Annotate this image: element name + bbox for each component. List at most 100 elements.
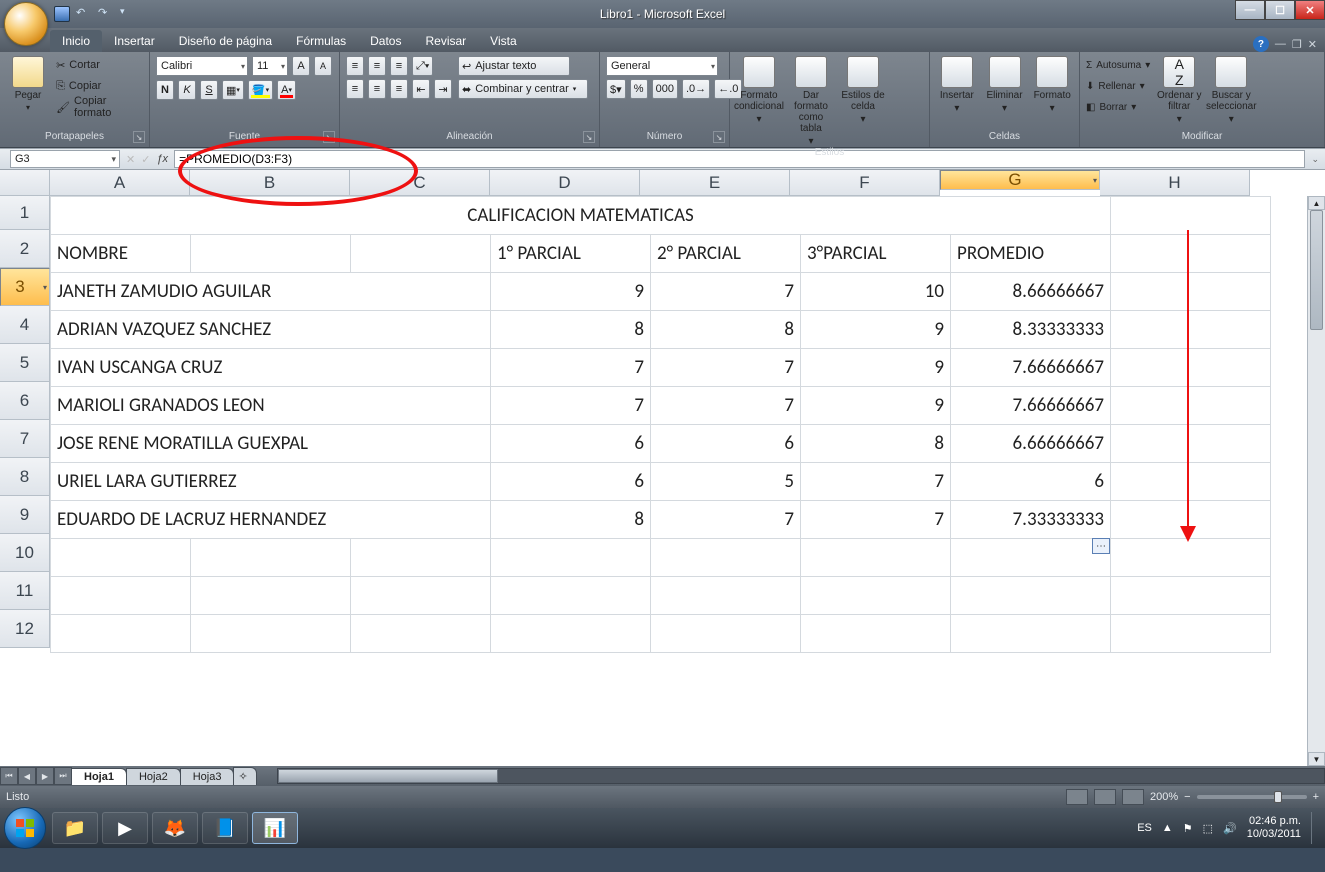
column-header-H[interactable]: H <box>1100 170 1250 196</box>
merge-center-button[interactable]: ⬌Combinar y centrar▾ <box>458 79 588 99</box>
scroll-up-icon[interactable]: ▲ <box>1308 196 1325 210</box>
cell[interactable] <box>191 577 351 615</box>
shrink-font-button[interactable]: A <box>314 56 332 76</box>
cell[interactable]: 9 <box>801 349 951 387</box>
scroll-down-icon[interactable]: ▼ <box>1308 752 1325 766</box>
cell[interactable] <box>191 539 351 577</box>
cell[interactable]: 1° PARCIAL <box>491 235 651 273</box>
cell[interactable] <box>1111 615 1271 653</box>
language-indicator[interactable]: ES <box>1137 822 1152 834</box>
cell[interactable] <box>191 235 351 273</box>
tab-formulas[interactable]: Fórmulas <box>284 30 358 52</box>
row-header-5[interactable]: 5 <box>0 344 50 382</box>
cell[interactable]: 7.66666667 <box>951 387 1111 425</box>
cut-button[interactable]: ✂Cortar <box>56 56 143 74</box>
cell[interactable]: 7 <box>491 349 651 387</box>
media-player-taskbar-icon[interactable]: ▶ <box>102 812 148 844</box>
sheet-nav-next-icon[interactable]: ▶ <box>36 767 54 785</box>
maximize-button[interactable]: ☐ <box>1265 0 1295 20</box>
expand-formula-bar-icon[interactable]: ⌄ <box>1305 154 1325 165</box>
help-icon[interactable]: ? <box>1253 36 1269 52</box>
format-painter-button[interactable]: 🖌Copiar formato <box>56 98 143 116</box>
undo-icon[interactable]: ↶ <box>76 6 92 22</box>
cell[interactable] <box>1111 387 1271 425</box>
zoom-in-button[interactable]: + <box>1313 791 1319 803</box>
cell[interactable] <box>651 615 801 653</box>
insert-cells-button[interactable]: Insertar▾ <box>936 56 978 114</box>
increase-decimal-button[interactable]: .0→ <box>682 79 710 99</box>
cell[interactable] <box>1111 577 1271 615</box>
column-header-B[interactable]: B <box>190 170 350 196</box>
cell[interactable] <box>51 539 191 577</box>
cell[interactable]: 7 <box>491 387 651 425</box>
column-header-G[interactable]: G <box>940 170 1100 190</box>
borders-button[interactable]: ▦▾ <box>222 80 244 100</box>
excel-taskbar-icon[interactable]: 📊 <box>252 812 298 844</box>
cell[interactable]: 7.66666667 <box>951 349 1111 387</box>
sheet-tab-hoja3[interactable]: Hoja3 <box>180 768 235 785</box>
zoom-out-button[interactable]: − <box>1184 791 1190 803</box>
cell[interactable] <box>51 577 191 615</box>
row-header-7[interactable]: 7 <box>0 420 50 458</box>
cell[interactable] <box>951 539 1111 577</box>
select-all-corner[interactable] <box>0 170 50 196</box>
cell[interactable]: 6 <box>491 463 651 501</box>
comma-button[interactable]: 000 <box>652 79 678 99</box>
sheet-nav-first-icon[interactable]: ⏮ <box>0 767 18 785</box>
find-select-button[interactable]: Buscar y seleccionar▾ <box>1208 56 1254 125</box>
row-header-4[interactable]: 4 <box>0 306 50 344</box>
page-break-view-button[interactable] <box>1122 789 1144 805</box>
cell[interactable] <box>51 615 191 653</box>
reader-taskbar-icon[interactable]: 📘 <box>202 812 248 844</box>
enter-formula-icon[interactable]: ✓ <box>141 153 150 166</box>
autosum-button[interactable]: ΣAutosuma▾ <box>1086 56 1150 74</box>
fx-icon[interactable]: ƒx <box>156 153 168 165</box>
cell[interactable]: 8 <box>801 425 951 463</box>
cell[interactable]: 8 <box>491 311 651 349</box>
format-table-button[interactable]: Dar formato como tabla▾ <box>788 56 834 147</box>
cell[interactable] <box>491 577 651 615</box>
dialog-launcher-icon[interactable]: ↘ <box>133 131 145 143</box>
row-header-10[interactable]: 10 <box>0 534 50 572</box>
network-icon[interactable]: ⬚ <box>1203 822 1213 835</box>
fill-button[interactable]: ⬇Rellenar▾ <box>1086 77 1150 95</box>
align-right-button[interactable]: ≡ <box>390 79 408 99</box>
sheet-nav-last-icon[interactable]: ⏭ <box>54 767 72 785</box>
cell[interactable] <box>191 615 351 653</box>
cell[interactable]: 6.66666667 <box>951 425 1111 463</box>
cell[interactable] <box>1111 463 1271 501</box>
font-selector[interactable]: Calibri <box>156 56 248 76</box>
cell[interactable]: URIEL LARA GUTIERREZ <box>51 463 491 501</box>
cell[interactable]: 7 <box>801 501 951 539</box>
align-top-button[interactable]: ≡ <box>346 56 364 76</box>
dialog-launcher-icon[interactable]: ↘ <box>323 131 335 143</box>
name-box[interactable]: G3 <box>10 150 120 168</box>
cell[interactable] <box>351 577 491 615</box>
cell[interactable] <box>651 577 801 615</box>
cell[interactable] <box>1111 501 1271 539</box>
percent-button[interactable]: % <box>630 79 648 99</box>
cell[interactable]: PROMEDIO <box>951 235 1111 273</box>
row-header-1[interactable]: 1 <box>0 196 50 230</box>
page-layout-view-button[interactable] <box>1094 789 1116 805</box>
column-header-E[interactable]: E <box>640 170 790 196</box>
paste-button[interactable]: Pegar▾ <box>6 56 50 112</box>
office-button[interactable] <box>4 2 48 46</box>
scroll-thumb[interactable] <box>1310 210 1323 330</box>
cell[interactable]: IVAN USCANGA CRUZ <box>51 349 491 387</box>
tab-datos[interactable]: Datos <box>358 30 413 52</box>
align-bottom-button[interactable]: ≡ <box>390 56 408 76</box>
mdi-close-icon[interactable]: ✕ <box>1308 38 1317 51</box>
row-header-3[interactable]: 3 <box>0 268 50 306</box>
hscroll-thumb[interactable] <box>278 769 498 783</box>
cell[interactable]: ADRIAN VAZQUEZ SANCHEZ <box>51 311 491 349</box>
fill-color-button[interactable]: 🪣▾ <box>248 80 273 100</box>
cell[interactable]: 9 <box>801 311 951 349</box>
save-icon[interactable] <box>54 6 70 22</box>
row-header-6[interactable]: 6 <box>0 382 50 420</box>
cell[interactable] <box>951 615 1111 653</box>
cell[interactable] <box>801 577 951 615</box>
column-header-A[interactable]: A <box>50 170 190 196</box>
underline-button[interactable]: S <box>200 80 218 100</box>
bold-button[interactable]: N <box>156 80 174 100</box>
